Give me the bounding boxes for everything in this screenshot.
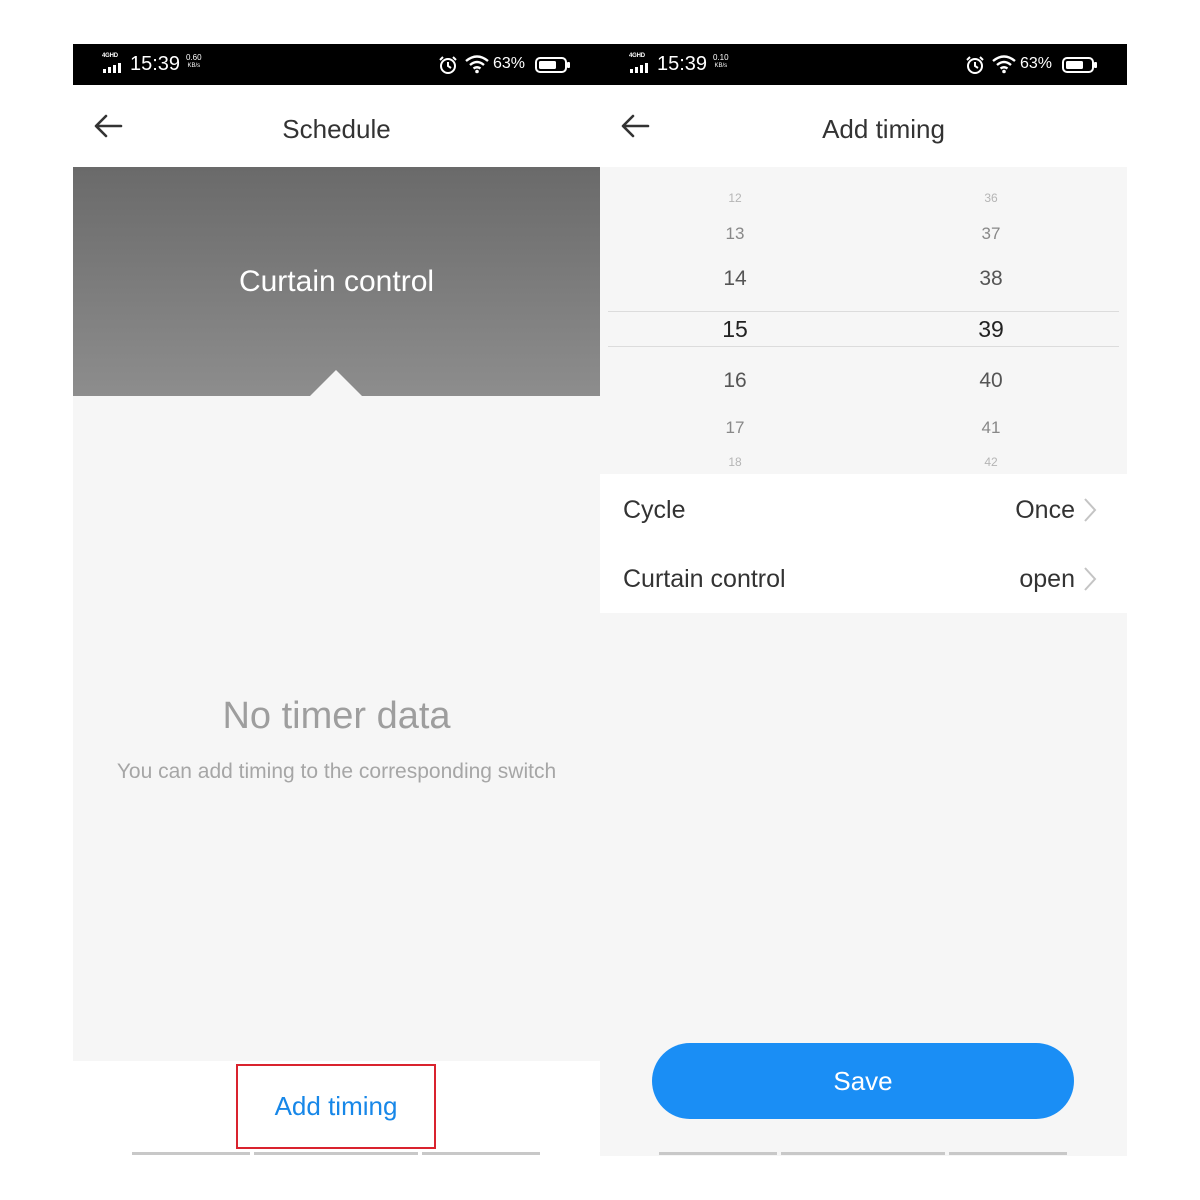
curtain-control-value: open xyxy=(1019,565,1075,593)
hour-option[interactable]: 17 xyxy=(675,419,795,436)
time-picker: 12 13 14 15 16 17 18 36 37 38 39 40 41 4… xyxy=(600,167,1127,474)
battery-percent: 63% xyxy=(493,55,526,72)
speed-unit: KB/s xyxy=(187,63,201,69)
nav-indicator xyxy=(254,1152,418,1155)
curtain-control-row[interactable]: Curtain control open xyxy=(600,543,1127,612)
nav-indicator xyxy=(422,1152,540,1155)
minute-option[interactable]: 38 xyxy=(931,268,1051,289)
alarm-clock-icon xyxy=(439,56,457,74)
speed-unit: KB/s xyxy=(714,63,728,69)
empty-state-title: No timer data xyxy=(222,695,451,737)
minute-option[interactable]: 36 xyxy=(931,192,1051,204)
cycle-row[interactable]: Cycle Once xyxy=(600,474,1127,543)
schedule-screen: 4GHD 15:39 0.60 KB/s 63% Schedule Curtai… xyxy=(73,44,600,1156)
hour-option[interactable]: 14 xyxy=(675,268,795,289)
chevron-right-icon xyxy=(1084,567,1097,591)
minute-option[interactable]: 40 xyxy=(931,370,1051,391)
bottom-bar: Add timing xyxy=(73,1061,600,1156)
battery-icon xyxy=(1062,57,1097,73)
minute-wheel[interactable]: 36 37 38 39 40 41 42 xyxy=(931,167,1051,474)
nav-bar: Add timing xyxy=(600,85,1127,167)
nav-bar: Schedule xyxy=(73,85,600,167)
speed-value: 0.10 xyxy=(713,53,729,62)
nav-indicator xyxy=(659,1152,777,1155)
hour-option[interactable]: 18 xyxy=(675,456,795,468)
status-bar: 4GHD 15:39 0.60 KB/s 63% xyxy=(73,44,600,85)
page-title: Add timing xyxy=(822,114,945,144)
hour-option[interactable]: 13 xyxy=(675,225,795,242)
device-banner: Curtain control xyxy=(73,167,600,397)
hour-option[interactable]: 12 xyxy=(675,192,795,204)
network-speed: 0.60 KB/s xyxy=(186,54,202,70)
curtain-control-label: Curtain control xyxy=(623,565,786,593)
empty-state-subtitle: You can add timing to the corresponding … xyxy=(116,760,557,783)
status-bar: 4GHD 15:39 0.10 KB/s 63% xyxy=(600,44,1127,85)
nav-indicator xyxy=(781,1152,945,1155)
speed-value: 0.60 xyxy=(186,53,202,62)
nav-indicator xyxy=(132,1152,250,1155)
minute-option[interactable]: 42 xyxy=(931,456,1051,468)
chevron-right-icon xyxy=(1084,498,1097,522)
save-button[interactable]: Save xyxy=(652,1043,1074,1119)
timing-settings: Cycle Once Curtain control open xyxy=(600,474,1127,613)
wifi-icon xyxy=(465,55,489,74)
minute-option-selected[interactable]: 39 xyxy=(931,318,1051,341)
battery-percent: 63% xyxy=(1020,55,1053,72)
minute-option[interactable]: 37 xyxy=(931,225,1051,242)
status-time: 15:39 xyxy=(130,53,181,75)
network-type: 4GHD xyxy=(629,53,645,59)
network-type: 4GHD xyxy=(102,53,118,59)
banner-pointer xyxy=(309,370,363,397)
cellular-signal-icon: 4GHD xyxy=(628,53,654,75)
cycle-value: Once xyxy=(1015,496,1075,524)
add-timing-button[interactable]: Add timing xyxy=(236,1064,436,1149)
hour-option[interactable]: 16 xyxy=(675,370,795,391)
hour-option-selected[interactable]: 15 xyxy=(675,318,795,341)
page-title: Schedule xyxy=(282,114,391,144)
add-timing-screen: 4GHD 15:39 0.10 KB/s 63% Add timing 12 1… xyxy=(600,44,1127,1156)
status-time: 15:39 xyxy=(657,53,708,75)
cycle-label: Cycle xyxy=(623,496,686,524)
hour-wheel[interactable]: 12 13 14 15 16 17 18 xyxy=(675,167,795,474)
device-name: Curtain control xyxy=(238,265,435,298)
battery-icon xyxy=(535,57,570,73)
alarm-clock-icon xyxy=(966,56,984,74)
network-speed: 0.10 KB/s xyxy=(713,54,729,70)
minute-option[interactable]: 41 xyxy=(931,419,1051,436)
cellular-signal-icon: 4GHD xyxy=(101,53,127,75)
nav-indicator xyxy=(949,1152,1067,1155)
wifi-icon xyxy=(992,55,1016,74)
